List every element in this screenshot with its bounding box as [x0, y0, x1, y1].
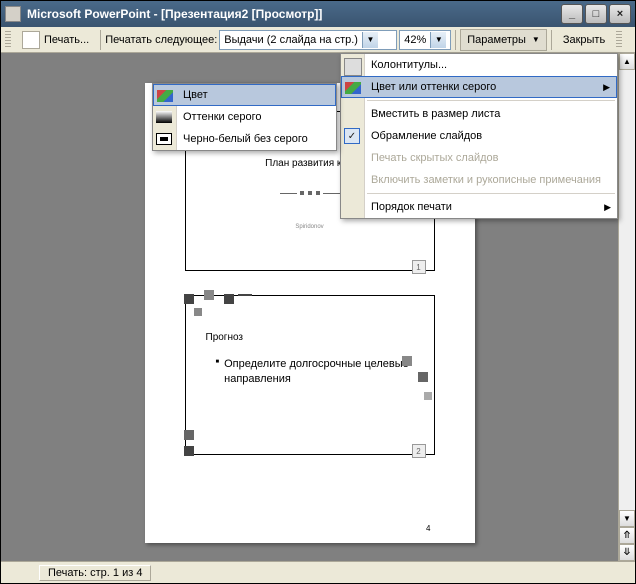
menu-item-print-hidden: Печать скрытых слайдов	[341, 147, 617, 169]
menu-label: Цвет	[183, 89, 208, 101]
next-slide-button[interactable]: ⤋	[619, 544, 635, 561]
parameters-button[interactable]: Параметры ▼	[460, 29, 547, 51]
color-swatch-icon	[157, 87, 175, 105]
menu-label: Включить заметки и рукописные примечания	[371, 174, 601, 186]
menu-separator	[367, 193, 615, 194]
zoom-value: 42%	[404, 34, 426, 46]
vertical-scrollbar[interactable]: ▲ ▼ ⤊ ⤋	[618, 53, 635, 561]
submenu-arrow-icon: ▶	[603, 82, 610, 93]
menu-label: Печать скрытых слайдов	[371, 152, 499, 164]
slide-1-footer: Spiridonov	[186, 224, 434, 230]
bw-swatch-icon	[156, 130, 174, 148]
menu-label: Обрамление слайдов	[371, 130, 482, 142]
grayscale-swatch-icon	[156, 108, 174, 126]
slide-thumbnail-2: Прогноз Определите долгосрочные целевые …	[185, 295, 435, 455]
checkmark-icon: ✓	[344, 128, 360, 144]
slide-2-title: Прогноз	[206, 332, 420, 343]
window-title: Microsoft PowerPoint - [Презентация2 [Пр…	[27, 7, 561, 21]
menu-label: Вместить в размер листа	[371, 108, 500, 120]
toolbar-grip[interactable]	[5, 31, 11, 49]
scroll-track[interactable]	[619, 70, 635, 510]
menu-label: Черно-белый без серого	[183, 133, 308, 145]
slide-2-bullet: Определите долгосрочные целевые направле…	[224, 357, 419, 388]
window-controls: _ □ ×	[561, 4, 631, 24]
menu-item-color-grayscale[interactable]: Цвет или оттенки серого ▶	[341, 76, 617, 98]
submenu-arrow-icon: ▶	[604, 202, 611, 213]
chevron-down-icon: ▼	[532, 35, 540, 44]
separator	[455, 30, 456, 50]
color-swatch-icon	[345, 79, 363, 97]
prev-slide-button[interactable]: ⤊	[619, 527, 635, 544]
separator	[100, 30, 101, 50]
submenu-item-grayscale[interactable]: Оттенки серого	[153, 106, 336, 128]
parameters-label: Параметры	[467, 34, 526, 46]
print-what-label: Печатать следующее:	[105, 34, 217, 46]
menu-item-headers-footers[interactable]: Колонтитулы...	[341, 54, 617, 76]
zoom-combo[interactable]: 42% ▼	[399, 30, 451, 50]
slide-1-number: 1	[412, 260, 426, 274]
print-button-label: Печать...	[44, 34, 89, 46]
menu-item-print-order[interactable]: Порядок печати ▶	[341, 196, 617, 218]
status-bar: Печать: стр. 1 из 4	[1, 561, 635, 583]
app-icon	[5, 6, 21, 22]
separator	[551, 30, 552, 50]
minimize-button[interactable]: _	[561, 4, 583, 24]
dropdown-caret-icon: ▼	[430, 32, 446, 48]
print-what-value: Выдачи (2 слайда на стр.)	[224, 34, 358, 46]
close-preview-button[interactable]: Закрыть	[556, 29, 612, 51]
menu-item-include-notes: Включить заметки и рукописные примечания	[341, 169, 617, 191]
page-bottom-number: 4	[426, 524, 430, 533]
scroll-down-button[interactable]: ▼	[619, 510, 635, 527]
close-window-button[interactable]: ×	[609, 4, 631, 24]
headers-footers-icon	[344, 58, 362, 76]
status-text: Печать: стр. 1 из 4	[39, 565, 151, 581]
decorative-separator	[280, 190, 340, 196]
menu-label: Цвет или оттенки серого	[371, 81, 496, 93]
app-window: Microsoft PowerPoint - [Презентация2 [Пр…	[0, 0, 636, 584]
menu-label: Колонтитулы...	[371, 59, 447, 71]
toolbar-grip[interactable]	[616, 31, 622, 49]
close-preview-label: Закрыть	[563, 34, 605, 46]
submenu-item-color[interactable]: Цвет	[153, 84, 336, 106]
print-what-combo[interactable]: Выдачи (2 слайда на стр.) ▼	[219, 30, 397, 50]
menu-separator	[367, 100, 615, 101]
slide-2-body: Определите долгосрочные целевые направле…	[216, 357, 420, 388]
maximize-button[interactable]: □	[585, 4, 607, 24]
slide-2-number: 2	[412, 444, 426, 458]
menu-item-fit-to-window[interactable]: Вместить в размер листа	[341, 103, 617, 125]
color-grayscale-submenu: Цвет Оттенки серого Черно-белый без серо…	[152, 83, 337, 151]
menu-label: Порядок печати	[371, 201, 452, 213]
print-preview-toolbar: Печать... Печатать следующее: Выдачи (2 …	[1, 27, 635, 53]
title-bar: Microsoft PowerPoint - [Презентация2 [Пр…	[1, 1, 635, 27]
menu-label: Оттенки серого	[183, 111, 261, 123]
print-button[interactable]: Печать...	[15, 29, 96, 51]
dropdown-caret-icon: ▼	[362, 32, 378, 48]
parameters-menu: Колонтитулы... Цвет или оттенки серого ▶…	[340, 53, 618, 219]
printer-icon	[22, 31, 40, 49]
submenu-item-black-white[interactable]: Черно-белый без серого	[153, 128, 336, 150]
scroll-up-button[interactable]: ▲	[619, 53, 635, 70]
menu-item-frame-slides[interactable]: ✓ Обрамление слайдов	[341, 125, 617, 147]
